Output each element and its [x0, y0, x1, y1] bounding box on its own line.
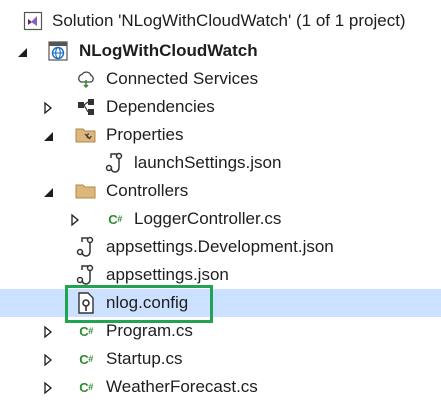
csharp-file-icon: C #: [108, 211, 122, 227]
tree-row-launch-settings[interactable]: launchSettings.json: [0, 149, 441, 177]
csharp-file-icon: C #: [79, 351, 93, 367]
json-file-icon: [104, 152, 126, 174]
tree-row-appsettings-development[interactable]: appsettings.Development.json: [0, 233, 441, 261]
csharp-file-icon: C #: [79, 379, 93, 395]
project-label: NLogWithCloudWatch: [79, 41, 258, 60]
json-file-icon: [75, 236, 97, 258]
connected-services-label: Connected Services: [106, 69, 259, 88]
collapse-arrow-icon[interactable]: [41, 184, 55, 198]
connected-services-icon: [75, 68, 97, 90]
expand-arrow-icon[interactable]: [41, 352, 55, 367]
properties-label: Properties: [106, 125, 184, 144]
json-file-icon: [75, 264, 97, 286]
tree-row-startup[interactable]: C # Startup.cs: [0, 345, 441, 373]
tree-row-dependencies[interactable]: Dependencies: [0, 93, 441, 121]
folder-icon: [75, 180, 97, 202]
web-project-icon: [47, 40, 69, 62]
appsettings-label: appsettings.json: [106, 265, 229, 284]
expand-arrow-icon[interactable]: [41, 380, 55, 395]
tree-row-logger-controller[interactable]: C # LoggerController.cs: [0, 205, 441, 233]
visual-studio-solution-icon: [22, 10, 44, 32]
weather-forecast-label: WeatherForecast.cs: [106, 377, 258, 396]
solution-explorer-tree: Solution 'NLogWithCloudWatch' (1 of 1 pr…: [0, 0, 441, 416]
expand-arrow-icon[interactable]: [41, 324, 55, 339]
startup-label: Startup.cs: [106, 349, 183, 368]
tree-row-project[interactable]: NLogWithCloudWatch: [0, 37, 441, 65]
csharp-file-icon: C #: [79, 323, 93, 339]
expand-arrow-icon[interactable]: [68, 212, 82, 227]
dependencies-label: Dependencies: [106, 97, 215, 116]
tree-row-solution[interactable]: Solution 'NLogWithCloudWatch' (1 of 1 pr…: [0, 7, 441, 35]
collapse-arrow-icon[interactable]: [41, 128, 55, 142]
expand-arrow-icon[interactable]: [41, 100, 55, 115]
tree-row-connected-services[interactable]: Connected Services: [0, 65, 441, 93]
highlight-box: [65, 285, 213, 323]
tree-row-properties[interactable]: Properties: [0, 121, 441, 149]
logger-controller-label: LoggerController.cs: [134, 209, 282, 228]
properties-folder-icon: [75, 124, 97, 146]
controllers-label: Controllers: [106, 181, 189, 200]
tree-row-controllers[interactable]: Controllers: [0, 177, 441, 205]
appsettings-development-label: appsettings.Development.json: [106, 237, 334, 256]
program-label: Program.cs: [106, 321, 193, 340]
dependencies-icon: [75, 96, 97, 118]
solution-label: Solution 'NLogWithCloudWatch' (1 of 1 pr…: [52, 11, 406, 30]
launch-settings-label: launchSettings.json: [134, 153, 282, 172]
tree-row-weather-forecast[interactable]: C # WeatherForecast.cs: [0, 373, 441, 401]
collapse-arrow-icon[interactable]: [15, 44, 29, 58]
